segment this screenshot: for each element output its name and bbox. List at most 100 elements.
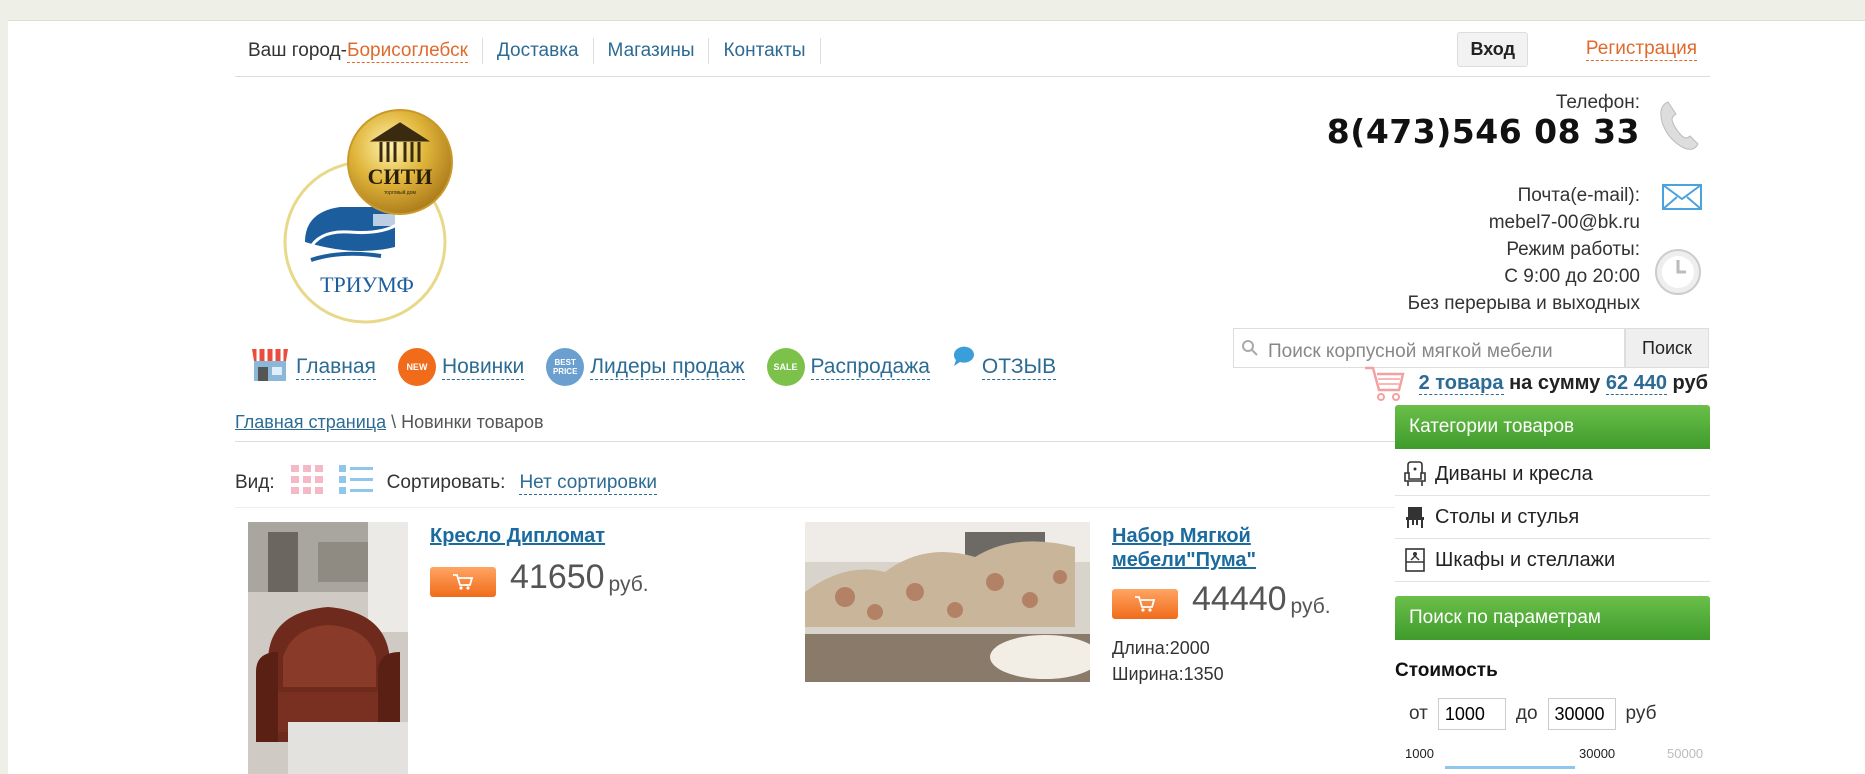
cost-filter-title: Стоимость	[1395, 660, 1498, 681]
list-view-icon[interactable]	[338, 465, 373, 501]
cart-count-link[interactable]: 2 товара	[1418, 372, 1504, 395]
hours-label: Режим работы:	[1506, 239, 1640, 260]
sidebar-item-wardrobes[interactable]: Шкафы и стеллажи	[1395, 539, 1710, 582]
price-to-input[interactable]	[1547, 698, 1616, 730]
grid-view-icon[interactable]	[290, 465, 323, 501]
currency-label: руб	[1625, 703, 1657, 724]
logo-bottom-text: ТРИУМФ	[320, 272, 414, 297]
from-label: от	[1409, 703, 1428, 724]
product-length: Длина:2000	[1112, 638, 1210, 658]
nav-link-contacts[interactable]: Контакты	[723, 40, 805, 62]
product-name-line1: Набор Мягкой	[1112, 525, 1251, 547]
email-address[interactable]: mebel7-00@bk.ru	[1489, 212, 1640, 234]
menu-link-sale[interactable]: Распродажа	[810, 355, 930, 380]
cart-sum[interactable]: 62 440	[1605, 372, 1667, 395]
product-name-link[interactable]: Набор Мягкой мебели"Пума"	[1112, 524, 1331, 572]
sale-badge-icon: SALE	[766, 348, 805, 386]
cart-middle-text: на сумму	[1503, 372, 1606, 394]
city-prefix: Ваш город-	[248, 40, 347, 61]
wardrobe-icon	[1395, 548, 1435, 572]
cost-range-inputs: от до руб	[1395, 698, 1710, 730]
add-to-cart-button[interactable]	[430, 567, 496, 597]
menu-link-reviews[interactable]: ОТЗЫВ	[981, 355, 1057, 380]
product-width: Ширина:1350	[1112, 664, 1224, 684]
view-label: Вид:	[235, 472, 275, 493]
menu-link-new[interactable]: Новинки	[441, 355, 525, 380]
logo-top-text: СИТИ	[368, 164, 433, 189]
slider-max-value: 50000	[1667, 746, 1704, 761]
work-hours: С 9:00 до 20:00	[1504, 266, 1640, 287]
main-menu: Главная NEW Новинки BEST PRICE Лидеры пр…	[250, 342, 1078, 392]
breadcrumb-separator: \	[386, 412, 402, 432]
menu-item-bestsellers[interactable]: BEST PRICE Лидеры продаж	[546, 348, 745, 386]
login-button[interactable]: Вход	[1457, 32, 1528, 67]
phone-number[interactable]: 8(473)546 08 33	[1327, 112, 1640, 151]
menu-link-home[interactable]: Главная	[296, 355, 376, 380]
sort-selector[interactable]: Нет сортировки	[519, 472, 657, 495]
city-selector-link[interactable]: Борисоглебск	[346, 40, 468, 63]
menu-item-reviews[interactable]: ОТЗЫВ	[952, 346, 1057, 380]
hours-note: Без перерыва и выходных	[1407, 293, 1640, 314]
cart-icon	[1363, 362, 1405, 409]
clock-icon	[1654, 248, 1702, 301]
menu-item-new[interactable]: NEW Новинки	[397, 348, 525, 386]
menu-item-sale[interactable]: SALE Распродажа	[766, 348, 930, 386]
logo-sub-text: торговый дом	[384, 189, 416, 196]
armchair-icon	[1395, 461, 1435, 487]
product-image-armchair[interactable]	[248, 522, 408, 774]
page-wrapper: Ваш город- Борисоглебск Доставка Магазин…	[235, 20, 1710, 774]
mail-icon	[1662, 184, 1702, 215]
phone-icon	[1658, 98, 1702, 157]
divider	[708, 38, 710, 64]
cart-currency: руб	[1667, 372, 1708, 394]
breadcrumb-current: Новинки товаров	[401, 412, 544, 432]
menu-link-bestsellers[interactable]: Лидеры продаж	[590, 355, 745, 380]
breadcrumb-home-link[interactable]: Главная страница	[235, 412, 386, 432]
product-name-link[interactable]: Кресло Дипломат	[430, 525, 605, 547]
product-price: 44440	[1192, 580, 1287, 618]
divider	[819, 38, 821, 64]
params-header: Поиск по параметрам	[1395, 596, 1710, 640]
price-unit: руб.	[1290, 595, 1331, 618]
nav-link-delivery[interactable]: Доставка	[497, 40, 579, 62]
slider-track[interactable]	[1445, 766, 1575, 769]
price-range-slider[interactable]: 1000 30000 50000	[1395, 740, 1710, 770]
nav-link-shops[interactable]: Магазины	[608, 40, 695, 62]
view-sort-toolbar: Вид: Сортировать: Нет сортировки	[235, 465, 657, 501]
category-label: Шкафы и стеллажи	[1435, 548, 1616, 571]
new-badge-icon: NEW	[397, 348, 436, 386]
product-image-sofa-set[interactable]	[805, 522, 1090, 682]
sort-label: Сортировать:	[386, 472, 506, 493]
top-nav: Ваш город- Борисоглебск Доставка Магазин…	[235, 20, 1710, 77]
product-card: Набор Мягкой мебели"Пума" 44440 руб. Дли…	[805, 522, 1365, 774]
browser-strip	[0, 0, 1865, 21]
speech-bubble-icon	[952, 345, 976, 375]
phone-label: Телефон:	[1555, 92, 1640, 113]
contact-block: Телефон: 8(473)546 08 33 Почта(e-mail): …	[1327, 90, 1710, 320]
search-icon	[1241, 339, 1259, 362]
menu-item-home[interactable]: Главная	[250, 345, 376, 389]
page-edge	[0, 20, 8, 774]
best-price-badge-icon: BEST PRICE	[546, 348, 585, 386]
chair-icon	[1395, 505, 1435, 529]
price-from-input[interactable]	[1437, 698, 1506, 730]
search-button[interactable]: Поиск	[1625, 328, 1709, 368]
site-logo[interactable]: СИТИ торговый дом ТРИУМФ	[275, 102, 465, 324]
product-price: 41650	[510, 558, 605, 596]
sidebar-item-tables[interactable]: Столы и стулья	[1395, 496, 1710, 539]
search-form: Поиск	[1233, 328, 1709, 370]
top-nav-links: Ваш город- Борисоглебск Доставка Магазин…	[248, 38, 835, 64]
slider-min-value: 1000	[1405, 746, 1434, 761]
add-to-cart-button[interactable]	[1112, 589, 1178, 619]
breadcrumb: Главная страница \ Новинки товаров	[235, 412, 544, 433]
slider-mid-value: 30000	[1579, 746, 1616, 761]
category-label: Столы и стулья	[1435, 505, 1580, 528]
price-unit: руб.	[608, 573, 649, 596]
search-input[interactable]	[1233, 328, 1625, 368]
divider	[592, 38, 594, 64]
sidebar-item-sofas[interactable]: Диваны и кресла	[1395, 453, 1710, 496]
register-link[interactable]: Регистрация	[1585, 38, 1697, 61]
cart-summary[interactable]: 2 товара на сумму 62 440 руб	[1365, 366, 1710, 401]
divider	[481, 38, 483, 64]
product-name-line2: мебели"Пума"	[1112, 549, 1256, 571]
